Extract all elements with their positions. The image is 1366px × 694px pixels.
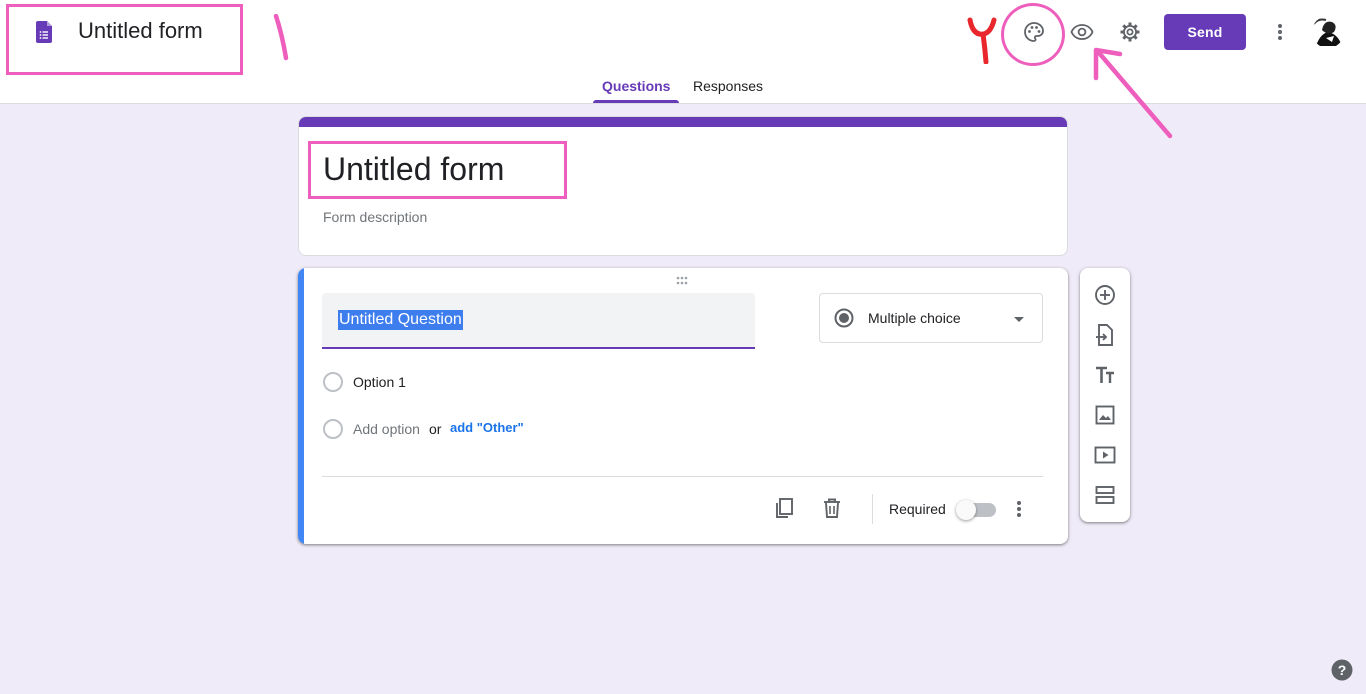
svg-text:?: ? — [1338, 662, 1347, 678]
active-question-bar — [298, 268, 304, 544]
question-type-label: Multiple choice — [868, 310, 961, 326]
annotation-arrow — [1093, 47, 1173, 139]
footer-vertical-divider — [872, 494, 873, 524]
image-icon[interactable] — [1093, 403, 1117, 427]
add-option-link[interactable]: Add option — [353, 421, 420, 437]
duplicate-icon[interactable] — [772, 496, 796, 520]
annotation-number-1 — [273, 14, 289, 61]
tab-responses[interactable]: Responses — [693, 78, 763, 94]
radio-button-icon — [834, 308, 854, 328]
question-card[interactable]: Untitled Question Multiple choice Option… — [298, 268, 1068, 544]
form-description-field[interactable]: Form description — [323, 209, 427, 225]
annotation-box-app-title — [6, 4, 243, 75]
question-type-dropdown[interactable]: Multiple choice — [819, 293, 1043, 343]
help-icon[interactable]: ? — [1331, 659, 1353, 681]
chevron-down-icon — [1014, 317, 1024, 322]
required-toggle-knob[interactable] — [956, 500, 976, 520]
more-vert-icon[interactable] — [1268, 20, 1292, 44]
add-question-icon[interactable] — [1093, 283, 1117, 307]
active-tab-indicator — [593, 100, 679, 103]
trash-icon[interactable] — [820, 496, 844, 520]
required-label: Required — [889, 501, 946, 517]
tab-questions[interactable]: Questions — [602, 78, 670, 94]
question-title-input[interactable]: Untitled Question — [322, 293, 755, 349]
title-text-icon[interactable] — [1093, 363, 1117, 387]
annotation-box-form-title — [308, 141, 567, 199]
drag-handle-icon[interactable] — [676, 276, 692, 286]
annotation-number-2 — [967, 17, 997, 64]
avatar[interactable] — [1312, 16, 1344, 48]
video-icon[interactable] — [1093, 443, 1117, 467]
option-radio — [323, 372, 343, 392]
option-label[interactable]: Option 1 — [353, 374, 406, 390]
theme-top-bar — [299, 117, 1067, 127]
section-icon[interactable] — [1093, 483, 1117, 507]
add-option-radio — [323, 419, 343, 439]
add-other-link[interactable]: add "Other" — [450, 420, 524, 435]
annotation-circle-palette — [1001, 3, 1065, 66]
footer-divider — [322, 476, 1043, 477]
import-questions-icon[interactable] — [1093, 323, 1117, 347]
question-title-text: Untitled Question — [338, 310, 463, 330]
or-text: or — [429, 421, 442, 437]
more-vert-icon[interactable] — [1007, 497, 1031, 521]
side-toolbar — [1080, 268, 1130, 522]
